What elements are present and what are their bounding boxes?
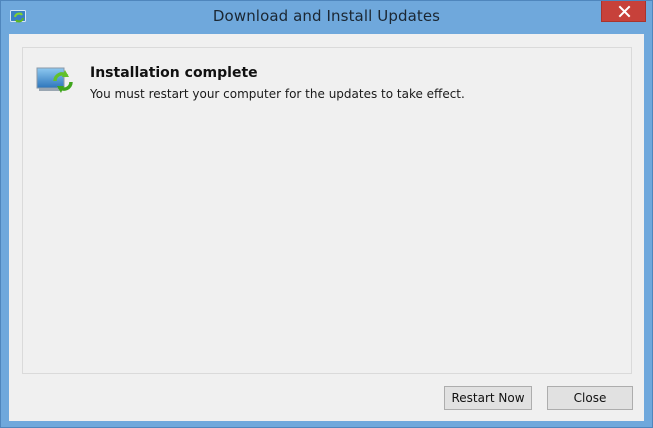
window-close-button[interactable]: [601, 1, 646, 22]
content-panel: Installation complete You must restart y…: [22, 47, 632, 374]
title-bar[interactable]: Download and Install Updates: [1, 1, 652, 34]
status-heading: Installation complete: [90, 65, 258, 81]
update-dialog-window: Download and Install Updates Installatio…: [0, 0, 653, 428]
dialog-client-area: Installation complete You must restart y…: [9, 34, 644, 421]
close-button[interactable]: Close: [547, 386, 633, 410]
windows-update-icon: [36, 65, 76, 95]
window-title: Download and Install Updates: [212, 7, 441, 25]
close-icon: [602, 1, 645, 22]
restart-now-button[interactable]: Restart Now: [444, 386, 532, 410]
status-message: You must restart your computer for the u…: [90, 87, 465, 101]
